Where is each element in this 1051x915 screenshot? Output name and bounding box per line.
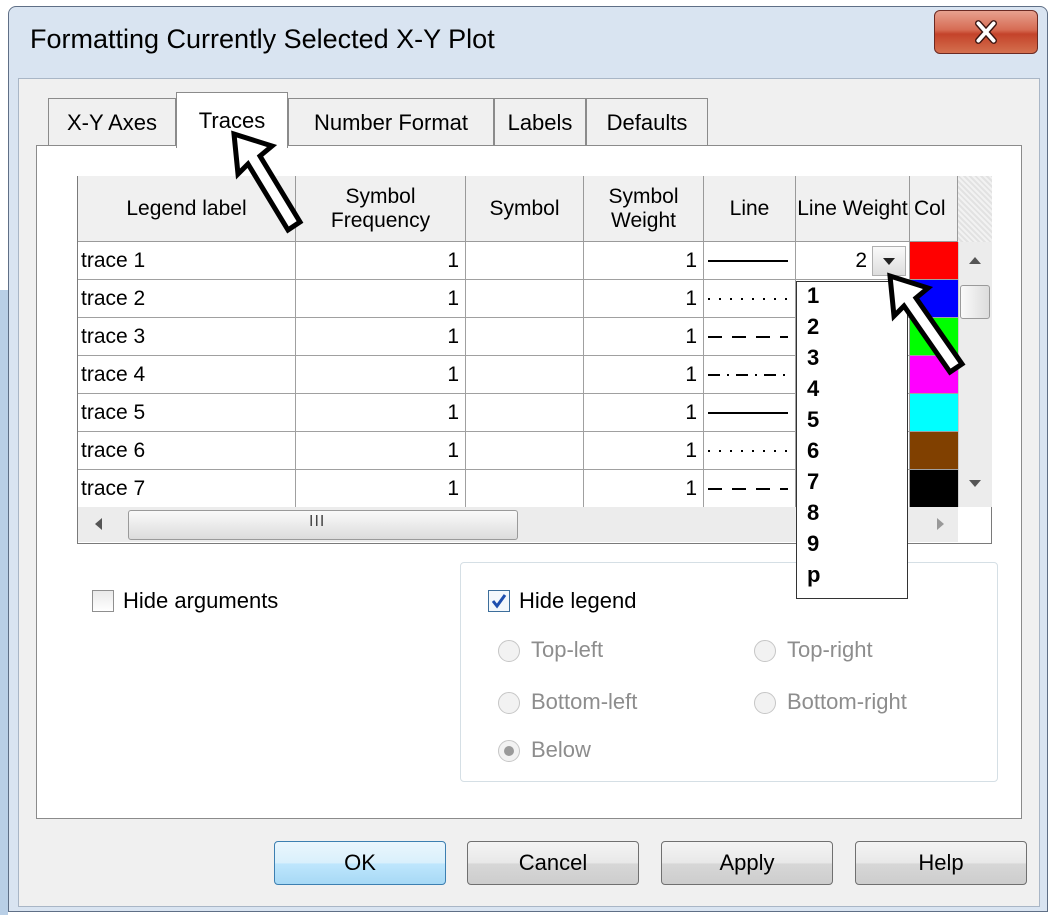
radio-top-left-label[interactable]: Top-left [531, 637, 603, 663]
cell-symbol[interactable] [466, 432, 584, 470]
cell-line[interactable] [704, 280, 796, 318]
cell-legend-label[interactable]: trace 2 [78, 280, 296, 318]
line-style-dotted-icon [708, 297, 788, 300]
cell-line[interactable] [704, 394, 796, 432]
radio-below[interactable] [498, 740, 520, 762]
chevron-down-icon [883, 258, 895, 265]
cell-symbol[interactable] [466, 318, 584, 356]
scroll-left-icon[interactable] [95, 518, 102, 530]
cell-color-swatch[interactable] [910, 394, 958, 432]
close-button[interactable] [934, 10, 1038, 54]
cell-symbol-frequency[interactable]: 1 [296, 318, 466, 356]
cell-legend-label[interactable]: trace 6 [78, 432, 296, 470]
dropdown-option[interactable]: 4 [807, 378, 819, 400]
cancel-button[interactable]: Cancel [467, 841, 639, 885]
scroll-up-icon[interactable] [969, 257, 981, 264]
radio-bottom-left[interactable] [498, 692, 520, 714]
cell-line[interactable] [704, 470, 796, 508]
cell-symbol[interactable] [466, 356, 584, 394]
cell-legend-label[interactable]: trace 3 [78, 318, 296, 356]
tab-xy-axes[interactable]: X-Y Axes [48, 98, 176, 146]
cell-line[interactable] [704, 356, 796, 394]
radio-bottom-right-label[interactable]: Bottom-right [787, 689, 907, 715]
radio-dot-icon [504, 746, 514, 756]
line-style-dashed-icon [708, 335, 788, 338]
line-style-dotted-icon [708, 449, 788, 452]
dropdown-option[interactable]: 2 [807, 316, 819, 338]
cell-symbol-frequency[interactable]: 1 [296, 242, 466, 280]
cell-color-swatch[interactable] [910, 432, 958, 470]
outline-arrow-icon [231, 130, 304, 234]
window-left-strip [0, 290, 8, 915]
checkmark-icon [491, 594, 507, 609]
tab-number-format[interactable]: Number Format [288, 98, 494, 146]
cell-symbol-weight[interactable]: 1 [584, 318, 704, 356]
cell-symbol-weight[interactable]: 1 [584, 394, 704, 432]
radio-below-label[interactable]: Below [531, 737, 591, 763]
cell-symbol-weight[interactable]: 1 [584, 432, 704, 470]
scroll-down-icon[interactable] [969, 480, 981, 487]
cell-legend-label[interactable]: trace 1 [78, 242, 296, 280]
outline-arrow-icon [887, 272, 966, 376]
window-title: Formatting Currently Selected X-Y Plot [30, 24, 495, 54]
dropdown-option[interactable]: 3 [807, 347, 819, 369]
cell-symbol[interactable] [466, 280, 584, 318]
line-style-dashed-icon [708, 487, 788, 490]
col-header-symbol[interactable]: Symbol [466, 176, 584, 242]
cell-symbol-weight[interactable]: 1 [584, 280, 704, 318]
hide-arguments-checkbox[interactable] [92, 590, 114, 612]
help-button[interactable]: Help [855, 841, 1027, 885]
grid-header-corner [958, 176, 992, 242]
hide-legend-checkbox[interactable] [488, 590, 510, 612]
radio-bottom-right[interactable] [754, 692, 776, 714]
cell-symbol-frequency[interactable]: 1 [296, 470, 466, 508]
line-style-solid-icon [708, 411, 788, 414]
cell-symbol-weight[interactable]: 1 [584, 242, 704, 280]
scroll-grip: III [309, 513, 326, 530]
col-header-color[interactable]: Col [910, 176, 958, 242]
scroll-right-icon[interactable] [937, 518, 944, 530]
cell-symbol[interactable] [466, 242, 584, 280]
cell-symbol-frequency[interactable]: 1 [296, 432, 466, 470]
ok-button[interactable]: OK [274, 841, 446, 885]
cell-legend-label[interactable]: trace 7 [78, 470, 296, 508]
radio-top-right[interactable] [754, 640, 776, 662]
cell-legend-label[interactable]: trace 5 [78, 394, 296, 432]
line-style-dash-dot-icon [708, 373, 788, 376]
tab-labels[interactable]: Labels [494, 98, 586, 146]
cell-symbol[interactable] [466, 394, 584, 432]
cell-color-swatch[interactable] [910, 470, 958, 508]
cell-legend-label[interactable]: trace 4 [78, 356, 296, 394]
dropdown-option[interactable]: 7 [807, 471, 819, 493]
dropdown-option[interactable]: 1 [807, 285, 819, 307]
col-header-line-weight[interactable]: Line Weight [796, 176, 910, 242]
cell-symbol-frequency[interactable]: 1 [296, 280, 466, 318]
col-header-symbol-weight[interactable]: Symbol Weight [584, 176, 704, 242]
hide-arguments-label[interactable]: Hide arguments [123, 588, 278, 614]
cell-symbol-weight[interactable]: 1 [584, 470, 704, 508]
cell-symbol[interactable] [466, 470, 584, 508]
apply-button[interactable]: Apply [661, 841, 833, 885]
dropdown-option[interactable]: p [807, 564, 820, 586]
cell-line[interactable] [704, 242, 796, 280]
cell-line[interactable] [704, 432, 796, 470]
hide-legend-label[interactable]: Hide legend [519, 588, 636, 614]
cell-symbol-weight[interactable]: 1 [584, 356, 704, 394]
col-header-line[interactable]: Line [704, 176, 796, 242]
col-header-symbol-frequency[interactable]: Symbol Frequency [296, 176, 466, 242]
cell-line[interactable] [704, 318, 796, 356]
cell-symbol-frequency[interactable]: 1 [296, 356, 466, 394]
dropdown-option[interactable]: 6 [807, 440, 819, 462]
cell-symbol-frequency[interactable]: 1 [296, 394, 466, 432]
dropdown-option[interactable]: 9 [807, 533, 819, 555]
horizontal-scroll-thumb[interactable]: III [128, 510, 518, 540]
close-icon [975, 20, 997, 44]
dropdown-option[interactable]: 5 [807, 409, 819, 431]
dropdown-option[interactable]: 8 [807, 502, 819, 524]
radio-bottom-left-label[interactable]: Bottom-left [531, 689, 637, 715]
radio-top-left[interactable] [498, 640, 520, 662]
radio-top-right-label[interactable]: Top-right [787, 637, 873, 663]
tab-defaults[interactable]: Defaults [586, 98, 708, 146]
line-style-solid-icon [708, 259, 788, 262]
